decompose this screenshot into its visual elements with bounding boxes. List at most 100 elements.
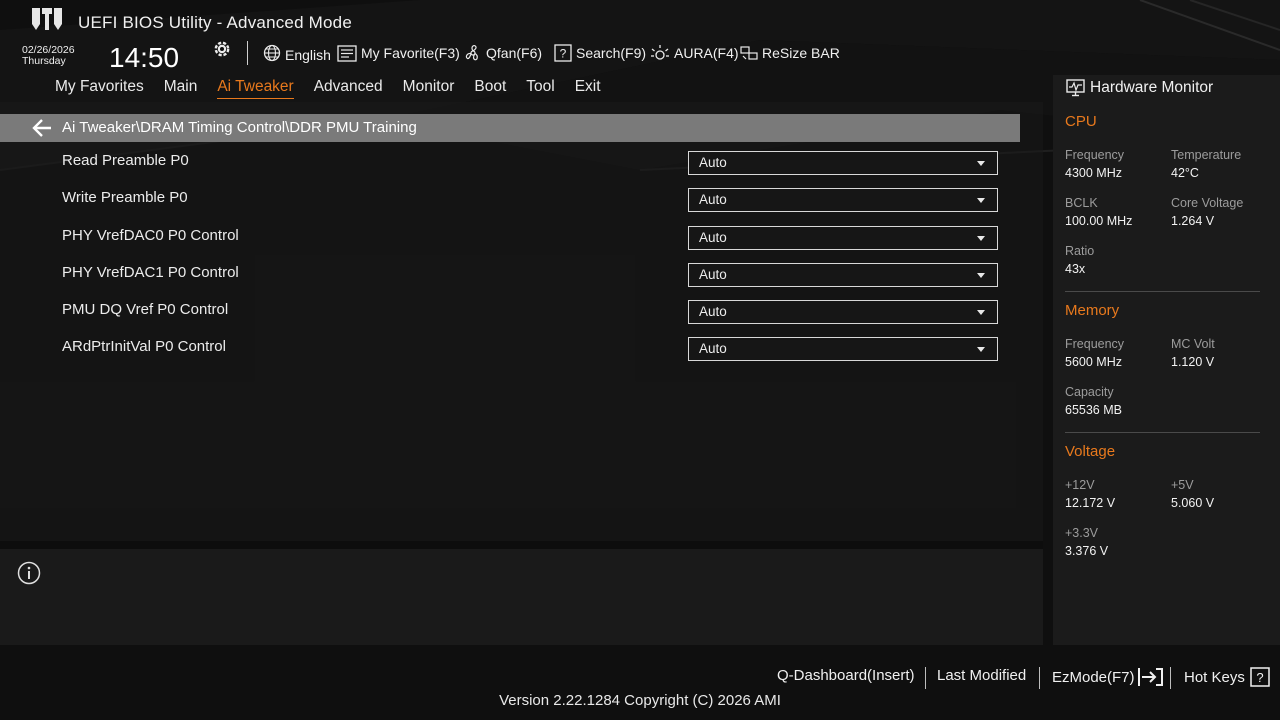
q-dashboard-button[interactable]: Q-Dashboard(Insert)	[777, 667, 915, 684]
back-arrow-icon[interactable]	[31, 118, 53, 138]
read-preamble-select[interactable]: Auto	[688, 151, 998, 175]
ardptrinitval-select[interactable]: Auto	[688, 337, 998, 361]
bios-screen: UEFI BIOS Utility - Advanced Mode 02/26/…	[0, 0, 1280, 720]
bclk-value: 100.00 MHz	[1065, 214, 1133, 228]
cpu-frequency-value: 4300 MHz	[1065, 166, 1122, 180]
help-info-area	[0, 549, 1043, 645]
memory-frequency-value: 5600 MHz	[1065, 355, 1122, 369]
v33-label: +3.3V	[1065, 526, 1099, 540]
v5-value: 5.060 V	[1171, 496, 1215, 510]
phy-vrefdac1-select[interactable]: Auto	[688, 263, 998, 287]
hot-keys-button[interactable]: Hot Keys ?	[1184, 667, 1270, 687]
qfan-button[interactable]: Qfan(F6)	[464, 43, 542, 63]
pmu-dq-vref-select[interactable]: Auto	[688, 300, 998, 324]
resize-bar-icon	[740, 46, 758, 60]
chevron-down-icon	[977, 236, 985, 241]
memory-frequency-label: Frequency	[1065, 337, 1125, 351]
setting-label-pmu-dq-vref: PMU DQ Vref P0 Control	[62, 301, 229, 318]
header: UEFI BIOS Utility - Advanced Mode 02/26/…	[0, 0, 1280, 75]
header-separator	[247, 41, 248, 65]
tab-main[interactable]: Main	[164, 77, 198, 99]
ratio-value: 43x	[1065, 262, 1086, 276]
footer-separator	[1039, 667, 1040, 689]
ezmode-label: EzMode(F7)	[1052, 668, 1135, 686]
tab-boot[interactable]: Boot	[474, 77, 506, 99]
bclk-label: BCLK	[1065, 196, 1098, 210]
my-favorite-label: My Favorite(F3)	[361, 45, 460, 61]
select-value: Auto	[699, 304, 727, 319]
v12-value: 12.172 V	[1065, 496, 1116, 510]
svg-text:?: ?	[560, 47, 567, 61]
my-favorite-button[interactable]: My Favorite(F3)	[337, 43, 460, 63]
monitor-icon	[1066, 79, 1085, 97]
setting-label-phy-vrefdac1: PHY VrefDAC1 P0 Control	[62, 264, 239, 281]
search-label: Search(F9)	[576, 45, 647, 61]
search-button[interactable]: ? Search(F9)	[554, 43, 646, 63]
fan-icon	[465, 45, 478, 61]
aura-button[interactable]: AURA(F4)	[650, 43, 739, 63]
hw-divider	[1065, 432, 1260, 433]
memory-section-title: Memory	[1065, 302, 1120, 319]
gear-icon[interactable]	[212, 39, 232, 59]
last-modified-button[interactable]: Last Modified	[937, 667, 1026, 684]
phy-vrefdac0-select[interactable]: Auto	[688, 226, 998, 250]
capacity-value: 65536 MB	[1065, 403, 1122, 417]
tab-advanced[interactable]: Advanced	[314, 77, 383, 99]
version-text: Version 2.22.1284 Copyright (C) 2026 AMI	[499, 692, 781, 709]
chevron-down-icon	[977, 198, 985, 203]
v12-label: +12V	[1065, 478, 1095, 492]
favorites-list-icon	[337, 44, 357, 62]
time-display: 14:50	[109, 42, 180, 73]
globe-icon	[263, 44, 281, 62]
setting-label-read-preamble: Read Preamble P0	[62, 152, 189, 169]
v33-value: 3.376 V	[1065, 544, 1109, 558]
info-icon	[17, 561, 41, 585]
tab-monitor[interactable]: Monitor	[403, 77, 455, 99]
breadcrumb: Ai Tweaker\DRAM Timing Control\DDR PMU T…	[62, 119, 417, 136]
select-value: Auto	[699, 267, 727, 282]
tab-tool[interactable]: Tool	[526, 77, 554, 99]
hot-keys-label: Hot Keys	[1184, 668, 1245, 686]
v5-label: +5V	[1171, 478, 1194, 492]
language-label: English	[285, 47, 331, 63]
write-preamble-select[interactable]: Auto	[688, 188, 998, 212]
cpu-temperature-label: Temperature	[1171, 148, 1242, 162]
core-voltage-value: 1.264 V	[1171, 214, 1215, 228]
aura-light-icon	[651, 45, 669, 60]
hardware-monitor-title: Hardware Monitor	[1090, 79, 1214, 96]
ezmode-button[interactable]: EzMode(F7)	[1052, 667, 1165, 687]
ratio-label: Ratio	[1065, 244, 1095, 258]
cpu-section-title: CPU	[1065, 113, 1097, 130]
cpu-temperature-value: 42°C	[1171, 166, 1199, 180]
language-button[interactable]: English	[263, 43, 331, 63]
setting-label-phy-vrefdac0: PHY VrefDAC0 P0 Control	[62, 227, 239, 244]
resize-bar-button[interactable]: ReSize BAR	[740, 43, 840, 63]
chevron-down-icon	[977, 161, 985, 166]
select-value: Auto	[699, 155, 727, 170]
mc-volt-label: MC Volt	[1171, 337, 1215, 351]
day-value: Thursday	[22, 55, 66, 67]
qfan-label: Qfan(F6)	[486, 45, 543, 61]
hw-divider	[1065, 291, 1260, 292]
search-help-icon: ?	[554, 44, 572, 62]
footer-separator	[1170, 667, 1171, 689]
app-title: UEFI BIOS Utility - Advanced Mode	[78, 13, 352, 32]
tab-exit[interactable]: Exit	[575, 77, 601, 99]
select-value: Auto	[699, 192, 727, 207]
setting-label-write-preamble: Write Preamble P0	[62, 189, 188, 206]
setting-label-ardptrinitval: ARdPtrInitVal P0 Control	[62, 338, 226, 355]
mc-volt-value: 1.120 V	[1171, 355, 1215, 369]
footer-separator	[925, 667, 926, 689]
select-value: Auto	[699, 230, 727, 245]
core-voltage-label: Core Voltage	[1171, 196, 1244, 210]
chevron-down-icon	[977, 347, 985, 352]
info-divider	[0, 541, 1043, 549]
chevron-down-icon	[977, 310, 985, 315]
tab-ai-tweaker[interactable]: Ai Tweaker	[217, 77, 294, 99]
date-display: 02/26/2026 Thursday	[22, 45, 75, 67]
cpu-frequency-label: Frequency	[1065, 148, 1125, 162]
resize-bar-label: ReSize BAR	[762, 45, 840, 61]
capacity-label: Capacity	[1065, 385, 1114, 399]
help-icon: ?	[1250, 667, 1270, 687]
tab-my-favorites[interactable]: My Favorites	[55, 77, 144, 99]
